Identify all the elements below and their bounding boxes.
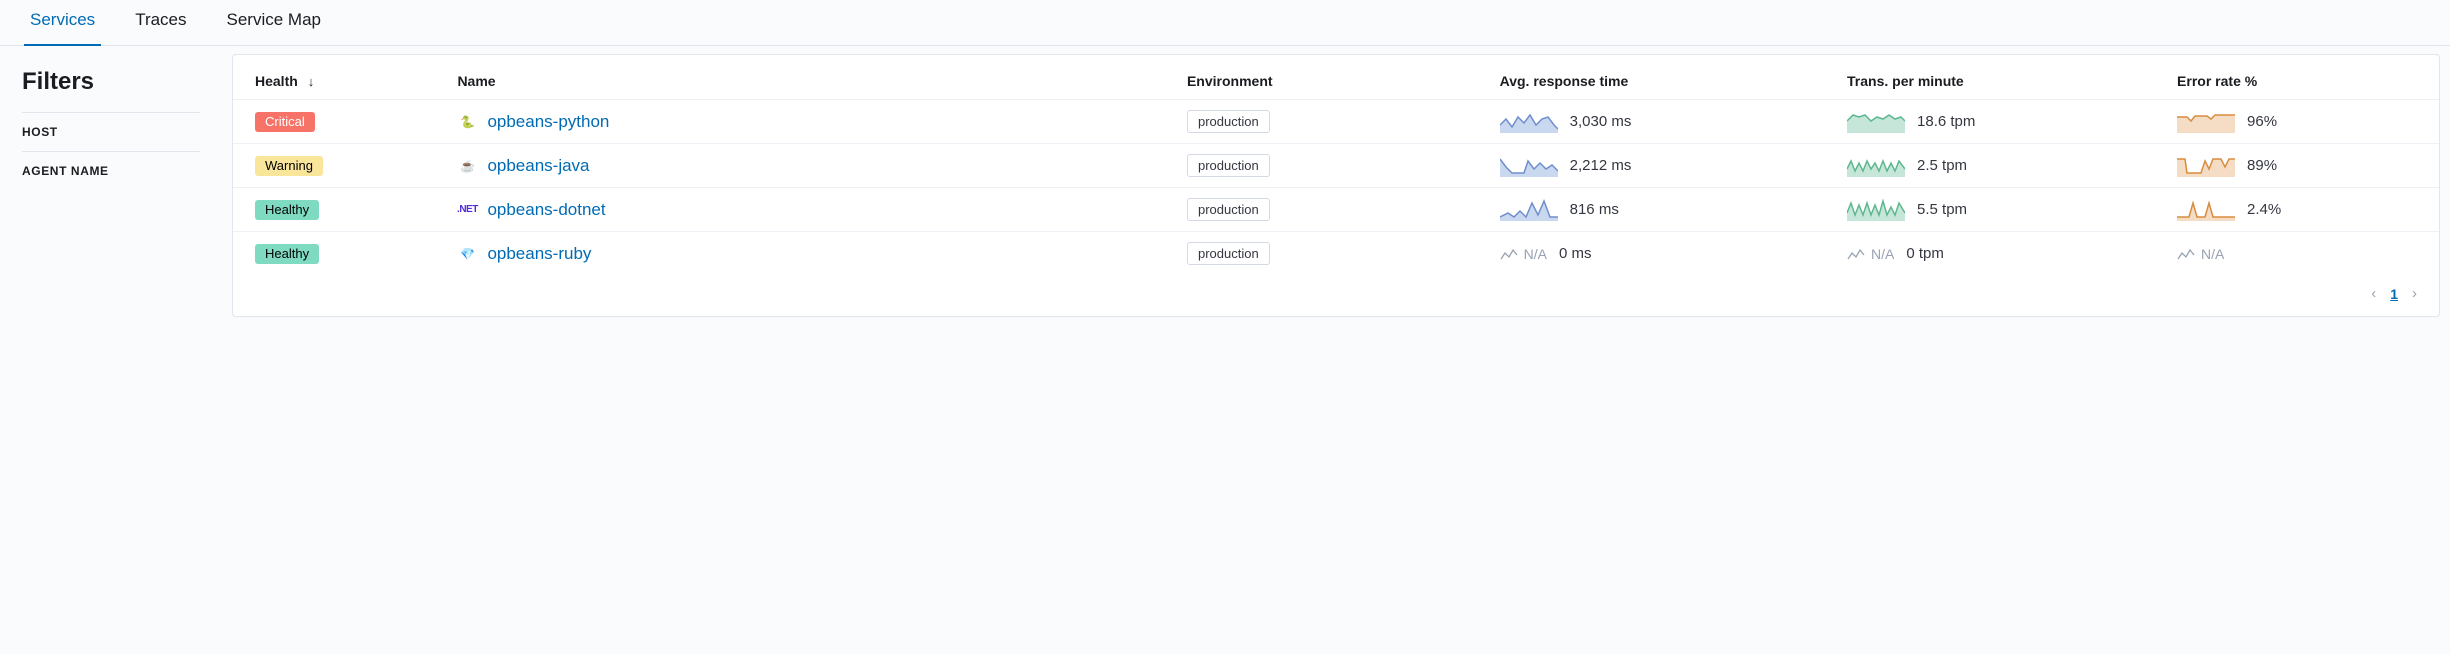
tabs-bar: Services Traces Service Map — [0, 0, 2450, 46]
main-content: Health ↓ Name Environment Avg. response … — [222, 54, 2450, 327]
environment-badge: production — [1187, 110, 1270, 133]
sparkline-error — [2177, 199, 2235, 221]
java-icon: ☕ — [457, 156, 477, 176]
services-table-panel: Health ↓ Name Environment Avg. response … — [232, 54, 2440, 317]
sparkline-tpm — [1847, 155, 1905, 177]
error-rate-value: 2.4% — [2247, 201, 2281, 218]
avg-response-value: 2,212 ms — [1570, 157, 1632, 174]
error-rate-value: 89% — [2247, 157, 2277, 174]
environment-badge: production — [1187, 198, 1270, 221]
services-table: Health ↓ Name Environment Avg. response … — [233, 63, 2439, 275]
avg-response-value: 3,030 ms — [1570, 113, 1632, 130]
tab-traces[interactable]: Traces — [129, 0, 192, 45]
col-avg-response[interactable]: Avg. response time — [1484, 63, 1831, 100]
python-icon: 🐍 — [457, 112, 477, 132]
na-tpm: N/A — [1847, 246, 1894, 262]
tab-services[interactable]: Services — [24, 0, 101, 46]
health-badge: Warning — [255, 156, 323, 176]
tpm-value: 18.6 tpm — [1917, 113, 1975, 130]
sparkline-tpm — [1847, 111, 1905, 133]
sparkline-response — [1500, 111, 1558, 133]
na-error: N/A — [2177, 246, 2224, 262]
ruby-icon: 💎 — [457, 244, 477, 264]
table-row: Healthy 💎 opbeans-ruby production N/A 0 m… — [233, 232, 2439, 276]
pagination: ‹ 1 › — [233, 275, 2439, 308]
sort-down-icon: ↓ — [308, 74, 315, 89]
col-tpm[interactable]: Trans. per minute — [1831, 63, 2161, 100]
error-rate-value: 96% — [2247, 113, 2277, 130]
col-health[interactable]: Health ↓ — [233, 63, 441, 100]
prev-page-icon[interactable]: ‹ — [2371, 285, 2376, 302]
health-badge: Critical — [255, 112, 315, 132]
sparkline-error — [2177, 155, 2235, 177]
filters-sidebar: Filters HOSTAGENT NAME — [0, 54, 222, 327]
filters-heading: Filters — [22, 68, 200, 96]
sparkline-tpm — [1847, 199, 1905, 221]
health-badge: Healthy — [255, 244, 319, 264]
avg-response-value: 0 ms — [1559, 245, 1592, 262]
tpm-value: 0 tpm — [1906, 245, 1944, 262]
col-health-label: Health — [255, 73, 298, 89]
health-badge: Healthy — [255, 200, 319, 220]
environment-badge: production — [1187, 154, 1270, 177]
avg-response-value: 816 ms — [1570, 201, 1619, 218]
tpm-value: 2.5 tpm — [1917, 157, 1967, 174]
tpm-value: 5.5 tpm — [1917, 201, 1967, 218]
next-page-icon[interactable]: › — [2412, 285, 2417, 302]
table-row: Warning ☕ opbeans-java production 2,212 … — [233, 144, 2439, 188]
service-link[interactable]: opbeans-dotnet — [487, 200, 605, 220]
tab-service-map[interactable]: Service Map — [221, 0, 327, 45]
col-error-rate[interactable]: Error rate % — [2161, 63, 2439, 100]
col-name[interactable]: Name — [441, 63, 1171, 100]
sparkline-response — [1500, 199, 1558, 221]
filter-section-agent-name[interactable]: AGENT NAME — [22, 151, 200, 190]
table-row: Critical 🐍 opbeans-python production 3,0… — [233, 100, 2439, 144]
na-response: N/A — [1500, 246, 1547, 262]
dotnet-icon: .NET — [457, 200, 477, 220]
filter-section-host[interactable]: HOST — [22, 112, 200, 151]
sparkline-response — [1500, 155, 1558, 177]
table-row: Healthy .NET opbeans-dotnet production 8… — [233, 188, 2439, 232]
service-link[interactable]: opbeans-python — [487, 112, 609, 132]
service-link[interactable]: opbeans-ruby — [487, 244, 591, 264]
page-number[interactable]: 1 — [2390, 286, 2398, 302]
environment-badge: production — [1187, 242, 1270, 265]
service-link[interactable]: opbeans-java — [487, 156, 589, 176]
col-environment[interactable]: Environment — [1171, 63, 1484, 100]
sparkline-error — [2177, 111, 2235, 133]
